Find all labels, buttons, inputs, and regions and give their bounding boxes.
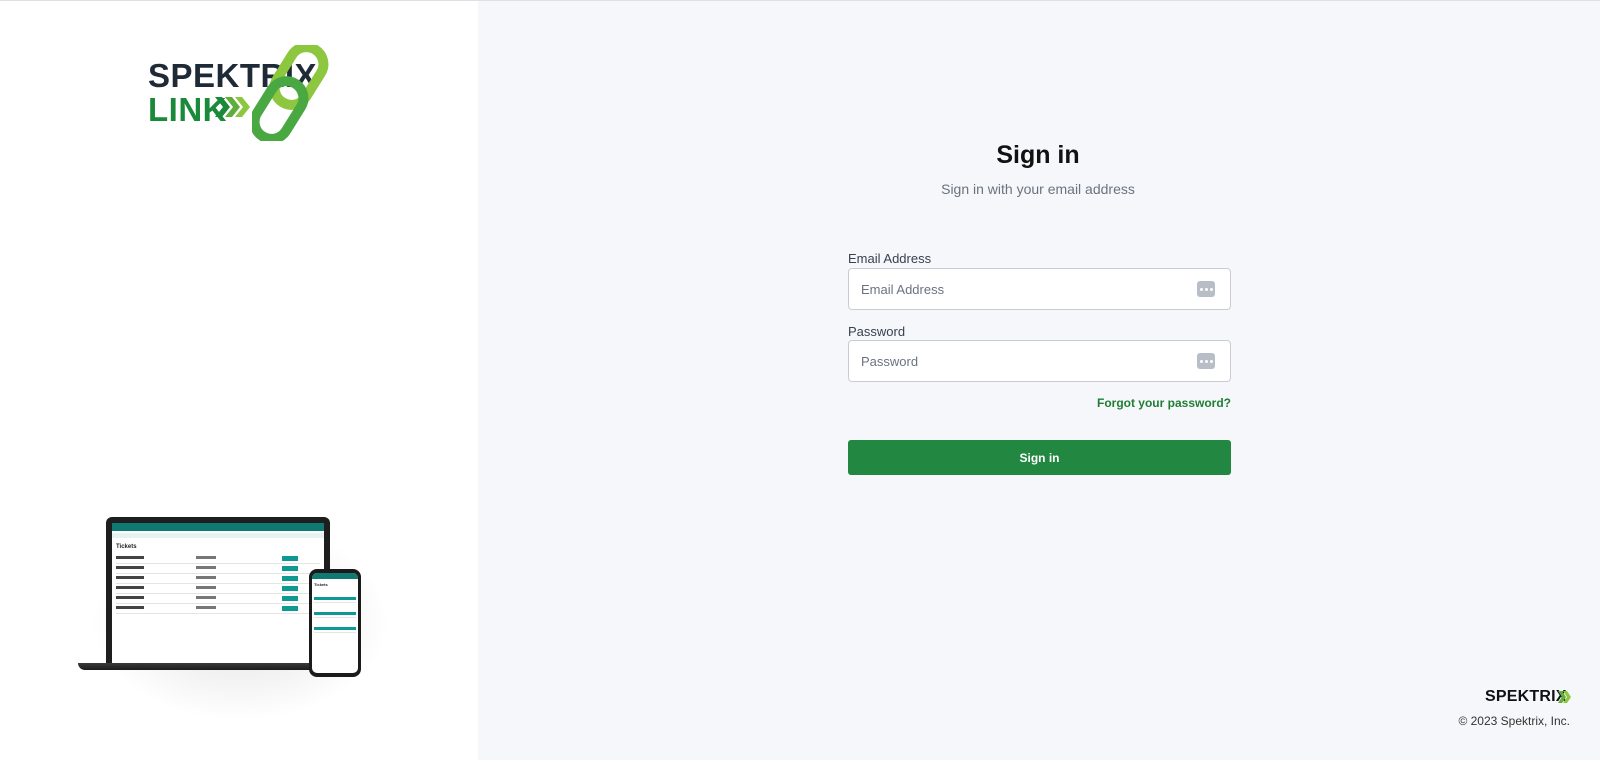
phone-heading: Tickets xyxy=(314,582,328,587)
chevron-arrows-icon xyxy=(215,97,250,117)
page-subtitle: Sign in with your email address xyxy=(941,181,1135,197)
footer-chevron-icon xyxy=(1558,691,1571,703)
sign-in-button[interactable]: Sign in xyxy=(848,440,1231,475)
password-manager-icon[interactable] xyxy=(1197,353,1215,369)
chain-link-icon xyxy=(252,45,329,141)
copyright-text: © 2023 Spektrix, Inc. xyxy=(1458,714,1570,728)
brand-panel: SPEKTRIX LINK Tickets Tickets xyxy=(0,1,478,760)
password-label: Password xyxy=(848,324,906,339)
email-label: Email Address xyxy=(848,251,932,266)
page-title: Sign in xyxy=(996,141,1080,169)
email-input[interactable] xyxy=(849,269,1169,309)
device-preview-illustration: Tickets Tickets xyxy=(60,481,400,731)
laptop-mockup: Tickets xyxy=(106,517,330,663)
spektrix-link-logo: SPEKTRIX LINK xyxy=(148,45,338,141)
footer-logo: SPEKTRIX xyxy=(1485,688,1567,705)
forgot-password-link[interactable]: Forgot your password? xyxy=(1060,396,1231,410)
email-field xyxy=(848,268,1231,310)
password-field xyxy=(848,340,1231,382)
password-manager-icon[interactable] xyxy=(1197,281,1215,297)
phone-mockup: Tickets xyxy=(309,569,361,677)
laptop-heading: Tickets xyxy=(116,544,137,550)
password-input[interactable] xyxy=(849,341,1169,381)
